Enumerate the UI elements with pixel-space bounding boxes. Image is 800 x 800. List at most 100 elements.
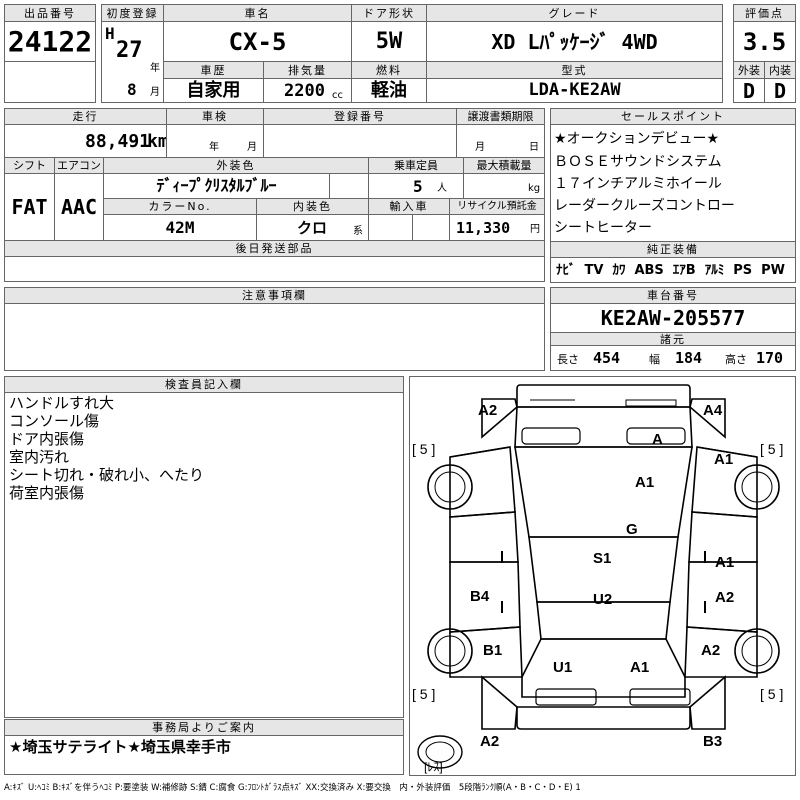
exterior-score: D: [733, 78, 765, 103]
equipment-item: PS: [733, 262, 753, 278]
mileage: 88,491: [85, 131, 151, 152]
tire-rr-tread: [ 5 ]: [760, 686, 783, 702]
mileage-unit: km: [147, 131, 167, 152]
later-parts-box: [4, 256, 545, 282]
capacity: 5: [413, 177, 423, 196]
load-unit: kg: [528, 183, 541, 194]
fuel-label: 燃料: [351, 61, 427, 79]
import-box-1: [368, 214, 413, 241]
width: 184: [675, 349, 703, 367]
mark-quarter-l: B1: [483, 642, 502, 659]
notes-box: [4, 303, 545, 371]
load-box: kg: [463, 173, 545, 199]
inspection-box: 年 月: [166, 124, 264, 158]
rear-gate: [521, 638, 686, 698]
mileage-box: 88,491 km: [4, 124, 167, 158]
sales-point-item: シートヒーター: [554, 220, 652, 236]
history-label: 車歴: [163, 61, 264, 79]
mark-rear-panel: A1: [630, 659, 649, 676]
sales-points-label: セールスポイント: [550, 108, 796, 125]
interior-score: D: [764, 78, 796, 103]
plate-label: 登録番号: [263, 108, 457, 125]
inspector-note: コンソール傷: [9, 412, 100, 430]
inspector-note: 室内汚れ: [9, 448, 70, 466]
chassis-number: KE2AW-205577: [550, 303, 796, 333]
score: 3.5: [733, 21, 796, 62]
rear-bumper: [516, 706, 691, 730]
equipment-item: ｱﾙﾐ: [704, 262, 725, 278]
equipment-item: ｴｱB: [672, 262, 696, 278]
equipment-item: ABS: [634, 262, 664, 278]
inspection-label: 車検: [166, 108, 264, 125]
lot-no: 24122: [4, 21, 96, 62]
history: 自家用: [163, 78, 264, 103]
later-parts-label: 後日発送部品: [4, 240, 545, 257]
interior-color: クロ: [297, 219, 328, 237]
mark-rr-corner: B3: [703, 733, 722, 750]
inspector-note: シート切れ・破れ小、へたり: [9, 466, 205, 484]
tire-fl-tread: [ 5 ]: [412, 441, 435, 457]
color-no-label: カラーNo.: [103, 198, 257, 215]
equipment-item: ﾅﾋﾞ: [556, 262, 576, 278]
rear-right-corner: [689, 675, 726, 730]
transfer-label: 譲渡書類期限: [456, 108, 545, 125]
car-name-label: 車名: [163, 4, 352, 22]
first-reg-month: 8: [127, 80, 137, 99]
sales-point-item: ＢＯＳＥサウンドシステム: [554, 154, 722, 170]
shift: FAT: [4, 173, 55, 241]
mark-fender-r: A1: [714, 451, 733, 468]
capacity-label: 乗車定員: [368, 157, 464, 174]
plate-box: [263, 124, 457, 158]
mark-door-rl: B4: [470, 588, 490, 605]
displacement: 2200: [284, 81, 325, 101]
windshield-outline: [514, 446, 693, 538]
tire-rl-tread: [ 5 ]: [412, 686, 435, 702]
capacity-unit: 人: [437, 183, 447, 194]
equipment-item: PW: [761, 262, 785, 278]
equipment-item: ｶﾜ: [612, 262, 626, 278]
model: LDA-KE2AW: [426, 78, 723, 103]
color-extra: [329, 173, 369, 199]
capacity-box: 5 人: [368, 173, 464, 199]
interior-label: 内装: [764, 61, 796, 79]
length: 454: [593, 349, 621, 367]
rear-left-corner: [481, 675, 518, 730]
grade: XD Lﾊﾟｯｹｰｼﾞ 4WD: [426, 21, 723, 62]
color: ﾃﾞｨｰﾌﾟｸﾘｽﾀﾙﾌﾞﾙｰ: [103, 173, 330, 199]
mark-door-rr: A2: [715, 589, 734, 606]
office-text: ★埼玉サテライト★埼玉県幸手市: [9, 738, 231, 756]
sales-point-item: ★オークションデビュー★: [554, 131, 720, 147]
inspector-note: 荷室内張傷: [9, 484, 85, 502]
car-name: CX-5: [163, 21, 352, 62]
inspection-year-unit: 年: [209, 142, 219, 153]
displacement-unit: cc: [332, 90, 343, 101]
mark-quarter-r: A2: [701, 642, 720, 659]
inspection-month-unit: 月: [247, 142, 257, 153]
score-label: 評価点: [733, 4, 796, 22]
inspector-box: ハンドルすれ大 コンソール傷 ドア内張傷 室内汚れ シート切れ・破れ小、へたり …: [4, 392, 404, 718]
front-bumper: [516, 384, 691, 408]
chassis-label: 車台番号: [550, 287, 796, 304]
lot-no-label: 出品番号: [4, 4, 96, 22]
inspector-note: ドア内張傷: [9, 430, 85, 448]
tire-fr-tread: [ 5 ]: [760, 441, 783, 457]
mark-door-fr: A1: [715, 554, 734, 571]
height-label: 高さ: [725, 353, 747, 366]
front-left-door: [449, 511, 519, 563]
recycle-label: リサイクル預託金: [449, 198, 545, 215]
ac: AAC: [54, 173, 104, 241]
interior-color-label: 内装色: [256, 198, 369, 215]
mark-hood: A1: [635, 474, 654, 491]
sales-points-box: ★オークションデビュー★ ＢＯＳＥサウンドシステム １７インチアルミホイール レ…: [550, 124, 796, 242]
notes-label: 注意事項欄: [4, 287, 545, 304]
office-box: ★埼玉サテライト★埼玉県幸手市: [4, 735, 404, 775]
legend: A:ｷｽﾞ U:ﾍｺﾐ B:ｷｽﾞを伴うﾍｺﾐ P:要塗装 W:補修跡 S:錆 …: [4, 783, 581, 793]
dims-label: 諸元: [550, 332, 796, 346]
displacement-label: 排気量: [263, 61, 352, 79]
front-grille: [625, 399, 677, 407]
first-reg-label: 初度登録: [101, 4, 164, 22]
ac-label: エアコン: [54, 157, 104, 174]
transfer-box: 月 日: [456, 124, 545, 158]
mark-roof: S1: [593, 550, 611, 567]
sales-point-item: レーダークルーズコントロー: [554, 198, 735, 214]
